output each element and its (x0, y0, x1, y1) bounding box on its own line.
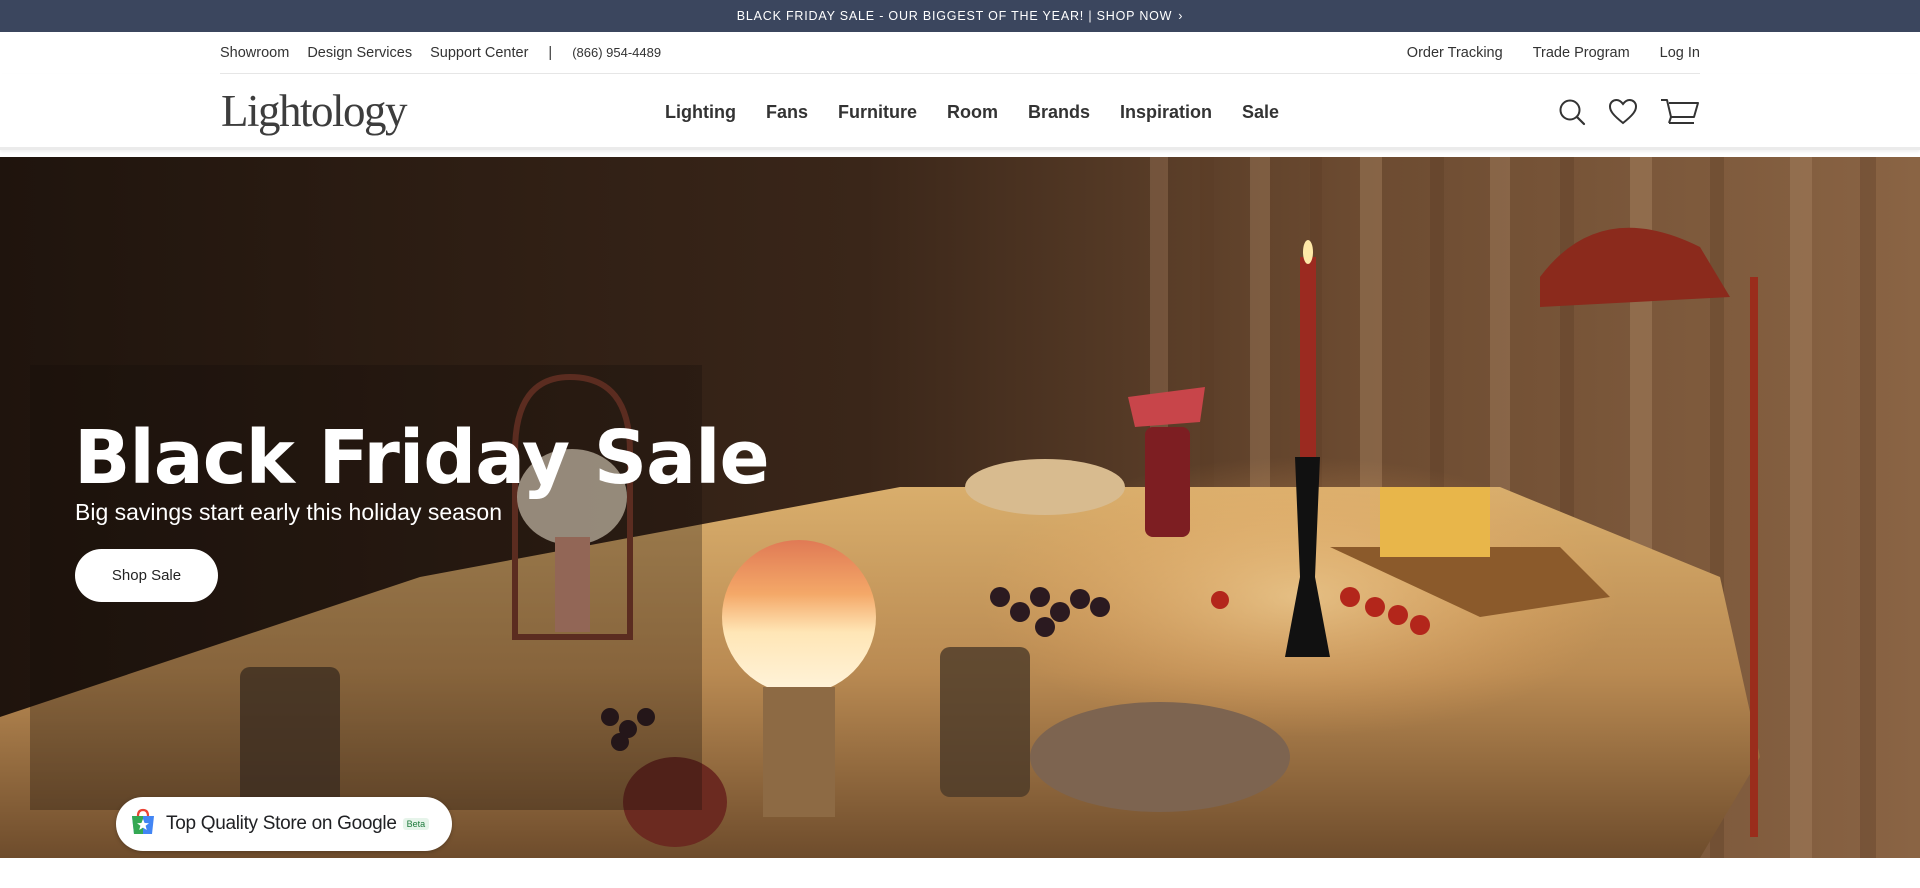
order-tracking-link[interactable]: Order Tracking (1407, 45, 1503, 61)
main-header: Lightology Lighting Fans Furniture Room … (0, 74, 1920, 150)
log-in-link[interactable]: Log In (1660, 45, 1700, 61)
nav-item-fans[interactable]: Fans (751, 102, 823, 123)
search-icon[interactable] (1558, 98, 1586, 126)
nav-item-lighting[interactable]: Lighting (650, 102, 751, 123)
hero-subtitle: Big savings start early this holiday sea… (75, 499, 502, 525)
shop-sale-button[interactable]: Shop Sale (75, 549, 218, 602)
utility-separator: | (548, 44, 553, 61)
nav-item-inspiration[interactable]: Inspiration (1105, 102, 1227, 123)
hero-title: Black Friday Sale (74, 415, 770, 501)
phone-link[interactable]: (866) 954-4489 (572, 45, 661, 60)
nav-item-brands[interactable]: Brands (1013, 102, 1105, 123)
site-logo[interactable]: Lightology (221, 85, 408, 137)
showroom-link[interactable]: Showroom (220, 45, 289, 61)
google-badge-text: Top Quality Store on Google (166, 813, 397, 834)
main-nav: Lighting Fans Furniture Room Brands Insp… (650, 74, 1294, 150)
hero-banner: Black Friday Sale Big savings start earl… (0, 157, 1920, 858)
promo-banner[interactable]: BLACK FRIDAY SALE - OUR BIGGEST OF THE Y… (0, 0, 1920, 32)
promo-text: BLACK FRIDAY SALE - OUR BIGGEST OF THE Y… (736, 9, 1173, 23)
promo-arrow-icon: › (1178, 9, 1184, 23)
header-icons (1558, 74, 1700, 150)
cart-icon[interactable] (1660, 97, 1700, 127)
nav-item-sale[interactable]: Sale (1227, 102, 1294, 123)
google-shopping-bag-icon (128, 807, 158, 842)
heart-icon[interactable] (1608, 98, 1638, 126)
nav-item-furniture[interactable]: Furniture (823, 102, 932, 123)
google-quality-badge[interactable]: Top Quality Store on Google Beta (116, 797, 452, 851)
trade-program-link[interactable]: Trade Program (1533, 45, 1630, 61)
support-center-link[interactable]: Support Center (430, 45, 528, 61)
design-services-link[interactable]: Design Services (307, 45, 412, 61)
beta-tag: Beta (402, 818, 430, 830)
nav-item-room[interactable]: Room (932, 102, 1013, 123)
utility-bar: Showroom Design Services Support Center … (220, 32, 1700, 74)
